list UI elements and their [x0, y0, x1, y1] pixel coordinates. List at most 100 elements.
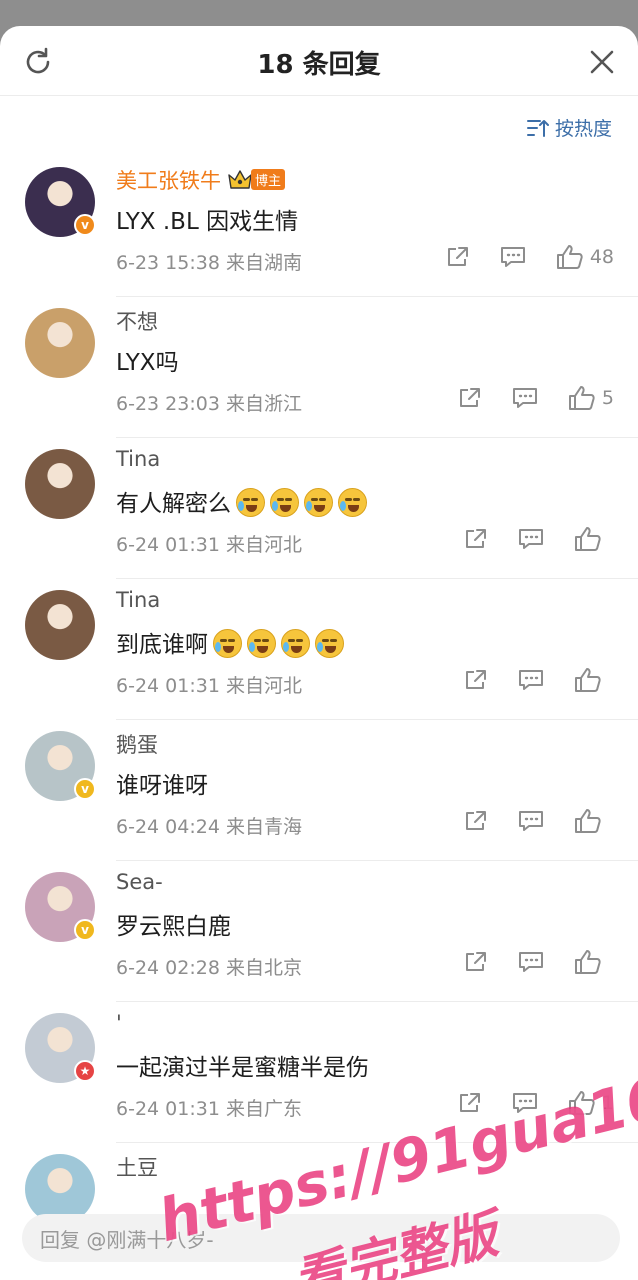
share-button[interactable] [464, 809, 488, 833]
laugh-cry-emoji-icon [304, 488, 333, 517]
comment-item[interactable]: Tina 到底谁啊 6-24 01:31 来自河北 [0, 579, 638, 720]
share-icon [466, 529, 486, 548]
verified-badge-icon: v [74, 919, 96, 941]
share-button[interactable] [464, 668, 488, 692]
comment-meta: 6-23 23:03 来自浙江 [116, 393, 302, 415]
comment-icon [512, 388, 537, 408]
thumbs-up-icon [575, 950, 601, 974]
thumbs-up-icon [568, 386, 595, 410]
author-badge: 博主 [251, 169, 286, 190]
comment-actions [434, 808, 614, 834]
avatar[interactable] [25, 449, 95, 519]
share-button[interactable] [446, 245, 470, 269]
crown-icon [228, 170, 252, 189]
comment-text: 谁呀谁呀 [116, 773, 208, 799]
author-name: 土豆 [116, 1156, 158, 1180]
share-button[interactable] [464, 527, 488, 551]
comment-actions: 1 [428, 1090, 614, 1116]
comment-icon [519, 811, 543, 831]
comment-item[interactable]: 不想 LYX吗 6-23 23:03 来自浙江 5 [0, 297, 638, 438]
comment-text: 有人解密么 [116, 484, 367, 518]
comment-actions: 5 [428, 385, 614, 411]
like-button[interactable]: 5 [568, 385, 614, 411]
sheet-header: 18 条回复 [0, 26, 638, 96]
sort-by-hot-button[interactable]: 按热度 [526, 114, 612, 141]
comment-author[interactable]: 土豆 [116, 1152, 158, 1182]
comment-icon [519, 952, 543, 972]
like-count: 48 [589, 246, 614, 268]
thumbs-up-icon [575, 527, 601, 551]
comment-actions [434, 526, 614, 552]
share-button[interactable] [458, 386, 482, 410]
comment-text: 一起演过半是蜜糖半是伤 [116, 1055, 369, 1081]
comment-meta: 6-24 02:28 来自北京 [116, 957, 302, 979]
avatar[interactable] [25, 590, 95, 660]
laugh-cry-emoji-icon [338, 488, 367, 517]
share-icon [466, 670, 486, 689]
comment-item[interactable]: v 美工张铁牛 博主 LYX .BL 因戏生情 6-23 15:38 来自湖南 48 [0, 156, 638, 297]
laugh-cry-emoji-icon [236, 488, 265, 517]
comment-item[interactable]: v 鹅蛋 谁呀谁呀 6-24 04:24 来自青海 [0, 720, 638, 861]
share-button[interactable] [458, 1091, 482, 1115]
author-name: ' [116, 1011, 122, 1035]
close-icon[interactable] [586, 46, 618, 78]
like-button[interactable] [574, 808, 614, 834]
comment-actions: 48 [416, 244, 614, 270]
reply-button[interactable] [518, 950, 544, 974]
comment-author[interactable]: 不想 [116, 306, 158, 336]
reply-button[interactable] [518, 527, 544, 551]
comment-icon [500, 247, 525, 267]
author-name: 不想 [116, 310, 158, 334]
share-icon [459, 388, 480, 407]
reply-button[interactable] [512, 1091, 538, 1115]
comment-author[interactable]: Tina [116, 447, 160, 471]
laugh-cry-emoji-icon [281, 629, 310, 658]
laugh-cry-emoji-icon [247, 629, 276, 658]
comment-author[interactable]: Tina [116, 588, 160, 612]
comment-list: v 美工张铁牛 博主 LYX .BL 因戏生情 6-23 15:38 来自湖南 48 不想 L… [0, 156, 638, 1280]
like-button[interactable]: 48 [556, 244, 614, 270]
author-name: Tina [116, 447, 161, 471]
laugh-cry-emoji-icon [270, 488, 299, 517]
comment-author[interactable]: Sea- [116, 870, 163, 894]
comment-text: 到底谁啊 [116, 625, 344, 659]
reply-sheet: 18 条回复 按热度 v 美工张铁牛 博主 LYX .BL 因戏生情 6-23 15:3… [0, 26, 638, 1280]
comment-text: LYX .BL 因戏生情 [116, 209, 299, 235]
thumbs-up-icon [568, 1091, 595, 1115]
comment-item[interactable]: v Sea- 罗云熙白鹿 6-24 02:28 来自北京 [0, 861, 638, 1002]
share-icon [447, 247, 468, 266]
reply-button[interactable] [512, 386, 538, 410]
share-icon [466, 952, 486, 971]
comment-item[interactable]: ★ ' 一起演过半是蜜糖半是伤 6-24 01:31 来自广东 1 [0, 1002, 638, 1143]
avatar[interactable] [25, 308, 95, 378]
author-name: 鹅蛋 [116, 733, 158, 757]
sheet-title: 18 条回复 [257, 50, 381, 80]
comment-author[interactable]: ' [116, 1011, 122, 1035]
laugh-cry-emoji-icon [213, 629, 242, 658]
comment-meta: 6-24 01:31 来自广东 [116, 1098, 302, 1120]
sort-icon [526, 119, 549, 137]
comment-meta: 6-24 01:31 来自河北 [116, 675, 302, 697]
like-button[interactable] [574, 526, 614, 552]
comment-item[interactable]: Tina 有人解密么 6-24 01:31 来自河北 [0, 438, 638, 579]
laugh-cry-emoji-icon [315, 629, 344, 658]
comment-icon [519, 670, 543, 690]
like-count: 5 [601, 387, 614, 409]
thumbs-up-icon [575, 668, 601, 692]
sort-label: 按热度 [554, 118, 612, 140]
reply-button[interactable] [518, 668, 544, 692]
reply-button[interactable] [500, 245, 526, 269]
verified-badge-icon: ★ [74, 1060, 96, 1082]
reply-input[interactable]: 回复 @刚满十八岁- [22, 1214, 620, 1262]
comment-icon [519, 529, 543, 549]
reply-button[interactable] [518, 809, 544, 833]
author-name: 美工张铁牛 [116, 169, 221, 193]
like-button[interactable] [574, 667, 614, 693]
like-button[interactable] [574, 949, 614, 975]
share-icon [459, 1093, 480, 1112]
like-button[interactable]: 1 [568, 1090, 614, 1116]
comment-author[interactable]: 鹅蛋 [116, 729, 158, 759]
share-button[interactable] [464, 950, 488, 974]
comment-author[interactable]: 美工张铁牛 博主 [116, 165, 286, 195]
comment-actions [434, 667, 614, 693]
